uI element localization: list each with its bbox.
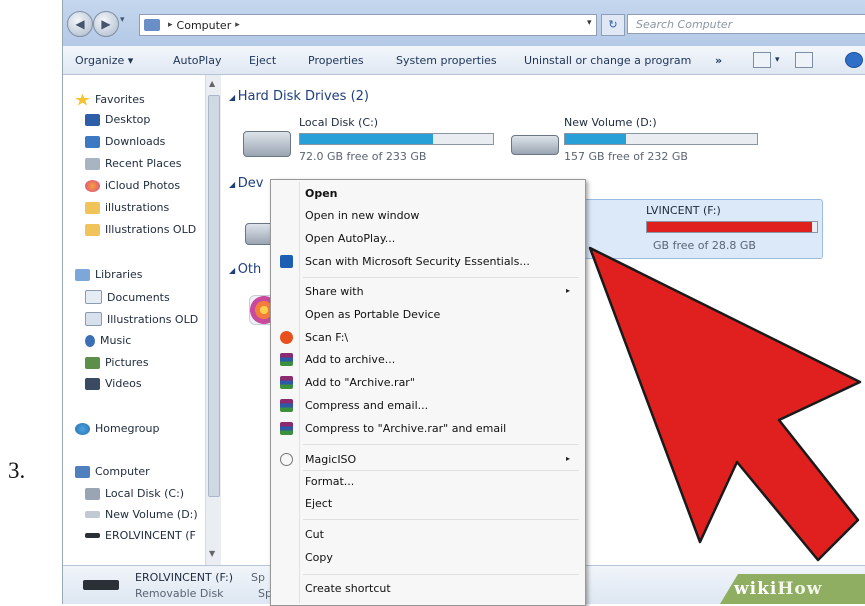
wikihow-watermark: wikiHow bbox=[720, 574, 865, 604]
red-arrow-pointer bbox=[588, 246, 862, 562]
red-arrow-annotation bbox=[588, 246, 862, 562]
watermark-how: How bbox=[777, 579, 823, 599]
watermark-wiki: wiki bbox=[734, 579, 778, 599]
